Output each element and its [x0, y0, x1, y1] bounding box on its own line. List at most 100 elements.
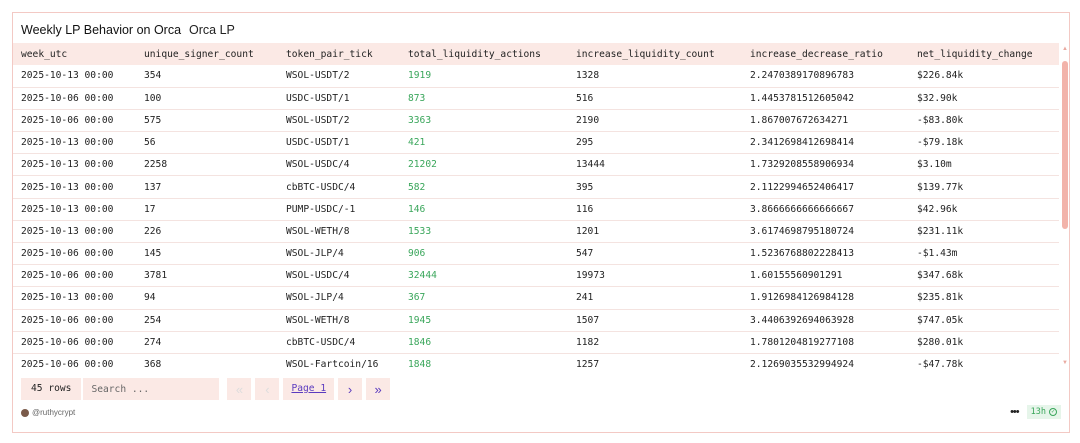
column-header-total-liquidity-actions[interactable]: total_liquidity_actions [400, 43, 568, 65]
table-cell: 1182 [576, 336, 600, 348]
double-chevron-right-icon: » [374, 381, 382, 397]
refresh-age-badge[interactable]: 13h ✓ [1026, 405, 1061, 419]
column-header-net-liquidity-change[interactable]: net_liquidity_change [909, 43, 1059, 65]
table-cell: USDC-USDT/1 [286, 137, 350, 149]
table-cell: 2025-10-13 00:00 [21, 137, 114, 149]
table-row: 2025-10-13 00:00 2258 WSOL-USDC/4 21202 1344… [13, 154, 1059, 176]
last-page-button[interactable]: » [366, 378, 391, 400]
table-cell: 241 [576, 292, 594, 304]
table-cell: -$47.78k [917, 359, 964, 369]
table-cell: 1328 [576, 70, 600, 82]
table-cell: 1.5236768802228413 [750, 248, 854, 260]
query-card: Weekly LP Behavior on Orca Orca LP week_… [12, 12, 1070, 433]
table-cell: 516 [576, 92, 594, 104]
table-cell: $747.05k [917, 314, 964, 326]
table-header-row: week_utc unique_signer_count token_pair_… [13, 43, 1059, 65]
table-cell: $139.77k [917, 181, 964, 193]
table-cell: WSOL-Fartcoin/16 [286, 359, 379, 369]
table-cell: 1919 [408, 70, 432, 82]
table-cell: WSOL-WETH/8 [286, 314, 350, 326]
table-cell: 19973 [576, 270, 605, 282]
table-row: 2025-10-13 00:00 94 WSOL-JLP/4 367 241 1.9126… [13, 287, 1059, 310]
next-page-button[interactable]: › [338, 378, 363, 400]
table-cell: WSOL-JLP/4 [286, 248, 344, 260]
table-cell: 2025-10-13 00:00 [21, 159, 114, 171]
table-row: 2025-10-06 00:00 368 WSOL-Fartcoin/16 1848 1… [13, 353, 1059, 369]
double-chevron-left-icon: « [235, 381, 244, 397]
table-cell: WSOL-USDC/4 [286, 270, 350, 282]
table-cell: 2025-10-06 00:00 [21, 336, 114, 348]
card-title[interactable]: Weekly LP Behavior on Orca [21, 23, 181, 37]
age-label: 13h [1030, 407, 1046, 417]
column-header-week-utc[interactable]: week_utc [13, 43, 136, 65]
table-row: 2025-10-06 00:00 274 cbBTC-USDC/4 1846 1182 1… [13, 331, 1059, 354]
table-cell: 137 [144, 181, 162, 193]
table-cell: $42.96k [917, 203, 958, 215]
card-meta: ••• 13h ✓ [1010, 405, 1061, 419]
table-row: 2025-10-06 00:00 145 WSOL-JLP/4 906 547 1.523… [13, 243, 1059, 265]
table-cell: $226.84k [917, 70, 964, 82]
column-header-increase-liquidity-count[interactable]: increase_liquidity_count [568, 43, 742, 65]
table-cell: 3.8666666666666667 [750, 203, 854, 215]
table-cell: USDC-USDT/1 [286, 92, 350, 104]
previous-page-button[interactable]: ‹ [255, 378, 280, 400]
search-input[interactable] [83, 378, 220, 400]
table-cell: 2025-10-06 00:00 [21, 248, 114, 260]
table-cell: 2190 [576, 114, 600, 126]
table-row: 2025-10-13 00:00 137 cbBTC-USDC/4 582 395 2.1… [13, 176, 1059, 199]
column-header-increase-decrease-ratio[interactable]: increase_decrease_ratio [742, 43, 909, 65]
first-page-button[interactable]: « [227, 378, 252, 400]
check-circle-icon: ✓ [1049, 408, 1057, 416]
table-cell: 13444 [576, 159, 605, 171]
table-cell: 274 [144, 336, 162, 348]
table-cell: 906 [408, 248, 426, 260]
row-count-label: 45 rows [21, 378, 82, 400]
author-info[interactable]: @ruthycrypt [21, 408, 75, 417]
table-cell: WSOL-USDT/2 [286, 70, 350, 82]
results-table: week_utc unique_signer_count token_pair_… [13, 43, 1059, 369]
table-cell: $235.81k [917, 292, 964, 304]
chevron-right-icon: › [347, 381, 353, 397]
scroll-down-arrow-icon[interactable]: ▼ [1061, 359, 1069, 367]
table-cell: 254 [144, 314, 162, 326]
current-page-label[interactable]: Page 1 [283, 378, 335, 400]
table-cell: 17 [144, 203, 156, 215]
table-cell: 354 [144, 70, 162, 82]
table-cell: 368 [144, 359, 162, 369]
table-scrollbar[interactable]: ▲ ▼ [1059, 43, 1071, 369]
more-options-icon[interactable]: ••• [1010, 406, 1020, 418]
table-row: 2025-10-13 00:00 56 USDC-USDT/1 421 295 2.341… [13, 132, 1059, 154]
table-row: 2025-10-06 00:00 3781 WSOL-USDC/4 32444 1997… [13, 265, 1059, 287]
column-header-token-pair-tick[interactable]: token_pair_tick [278, 43, 400, 65]
table-cell: 146 [408, 203, 426, 215]
table-cell: 2.1122994652406417 [750, 181, 854, 193]
card-subtitle[interactable]: Orca LP [189, 23, 235, 37]
table-cell: 1945 [408, 314, 432, 326]
table-cell: 3.4406392694063928 [750, 314, 854, 326]
table-cell: 1846 [408, 336, 432, 348]
table-cell: 2025-10-13 00:00 [21, 203, 114, 215]
chevron-left-icon: ‹ [265, 381, 270, 397]
column-header-unique-signer-count[interactable]: unique_signer_count [136, 43, 278, 65]
table-cell: 2025-10-06 00:00 [21, 114, 114, 126]
table-cell: 1.60155560901291 [750, 270, 843, 282]
table-cell: 2025-10-13 00:00 [21, 225, 114, 237]
table-cell: WSOL-USDC/4 [286, 159, 350, 171]
table-cell: 116 [576, 203, 594, 215]
table-cell: 2025-10-06 00:00 [21, 270, 114, 282]
table-cell: 2025-10-06 00:00 [21, 359, 114, 369]
table-cell: 395 [576, 181, 594, 193]
table-row: 2025-10-13 00:00 354 WSOL-USDT/2 1919 1328 2.… [13, 65, 1059, 88]
table-cell: -$83.80k [917, 114, 964, 126]
table-cell: cbBTC-USDC/4 [286, 336, 356, 348]
table-row: 2025-10-06 00:00 100 USDC-USDT/1 873 516 1.44… [13, 87, 1059, 110]
table-cell: 3.6174698795180724 [750, 225, 854, 237]
table-cell: 3781 [144, 270, 168, 282]
scroll-up-arrow-icon[interactable]: ▲ [1061, 45, 1069, 53]
table-footer: 45 rows « ‹ Page 1 › » [21, 378, 394, 400]
scrollbar-thumb[interactable] [1062, 61, 1068, 229]
table-cell: 145 [144, 248, 162, 260]
author-handle[interactable]: @ruthycrypt [32, 408, 75, 417]
table-cell: 32444 [408, 270, 437, 282]
table-cell: $32.90k [917, 92, 958, 104]
